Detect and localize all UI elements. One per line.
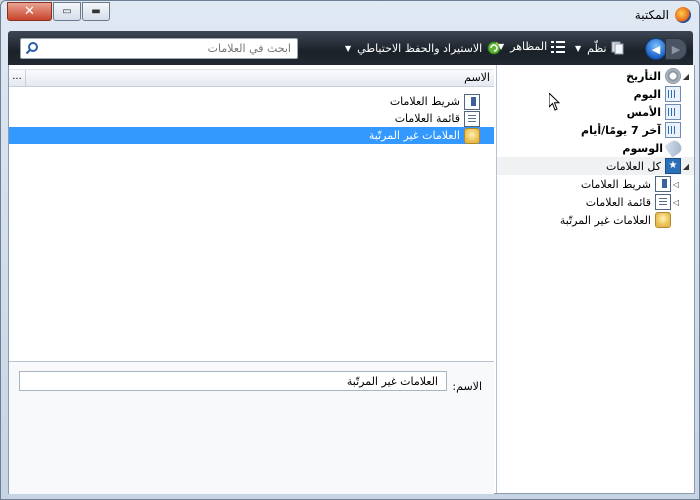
list-item-label: شريط العلامات [389, 95, 460, 108]
sidebar-item-label: الأمس [626, 105, 661, 119]
sidebar-item-label: اليوم [633, 87, 661, 101]
chevron-down-icon: ▼ [345, 43, 352, 53]
organize-icon [611, 41, 624, 55]
views-icon [551, 40, 566, 53]
organize-label: نظّم [587, 41, 607, 55]
unsorted-bookmarks-icon [464, 127, 480, 144]
list-item[interactable]: شريط العلامات [9, 93, 494, 110]
search-box[interactable] [20, 38, 298, 59]
import-backup-label: الاستيراد والحفظ الاحتياطي [357, 41, 483, 55]
history-icon [665, 68, 681, 84]
sidebar-item-bookmarks-menu[interactable]: ◁ قائمة العلامات [586, 193, 681, 211]
tag-icon [664, 138, 684, 158]
name-label: الاسم: [452, 380, 482, 393]
mouse-cursor-icon [549, 93, 561, 111]
list-item-label: قائمة العلامات [394, 112, 460, 125]
sidebar-item-unsorted-bookmarks[interactable]: العلامات غير المرتّبة [560, 211, 671, 229]
calendar-icon [665, 104, 681, 120]
bookmarks-menu-icon [464, 110, 480, 127]
name-field[interactable] [19, 371, 447, 391]
sidebar-item-label: قائمة العلامات [585, 195, 651, 209]
places-sidebar: ◢ التأريخ اليوم الأمس آخر 7 يومًا/أيام ا… [496, 65, 694, 493]
expanded-arrow-icon[interactable]: ◢ [681, 162, 691, 171]
search-input[interactable] [43, 40, 291, 56]
window-title: المكتبة [634, 8, 669, 22]
close-button[interactable]: ✕ [7, 2, 52, 21]
bookmarks-list-pane: ... الاسم شريط العلامات قائمة العلامات ا… [9, 65, 494, 494]
minimize-button[interactable]: ▬ [82, 2, 110, 21]
list-item-selected[interactable]: العلامات غير المرتّبة [9, 127, 494, 144]
navigation-buttons: ◀ ▶ [645, 38, 687, 60]
sidebar-item-all-bookmarks[interactable]: ◢ ★ كل العلامات [497, 157, 694, 175]
unsorted-bookmarks-icon [655, 212, 671, 228]
details-pane: الاسم: [9, 361, 494, 494]
chevron-down-icon: ▼ [575, 43, 582, 53]
sidebar-item-last-7-days[interactable]: آخر 7 يومًا/أيام [581, 121, 681, 139]
list-item-label: العلامات غير المرتّبة [368, 129, 460, 142]
back-arrow-icon[interactable]: ◀ [645, 38, 667, 60]
all-bookmarks-icon: ★ [665, 158, 681, 174]
calendar-icon [665, 86, 681, 102]
views-menu[interactable]: المظاهر ▼ [498, 40, 566, 53]
collapsed-arrow-icon[interactable]: ◁ [671, 198, 681, 207]
sidebar-item-label: شريط العلامات [580, 177, 651, 191]
collapsed-arrow-icon[interactable]: ◁ [671, 180, 681, 189]
bookmarks-menu-icon [655, 194, 671, 210]
sidebar-item-label: كل العلامات [606, 159, 661, 173]
search-icon[interactable] [25, 41, 39, 55]
sidebar-item-label: التأريخ [626, 69, 661, 83]
library-window: المكتبة ✕ ▭ ▬ الاستيراد والحفظ الاحتياطي… [0, 0, 700, 500]
expanded-arrow-icon[interactable]: ◢ [681, 72, 691, 81]
title-bar[interactable]: المكتبة ✕ ▭ ▬ [1, 1, 699, 29]
library-content: ◢ التأريخ اليوم الأمس آخر 7 يومًا/أيام ا… [8, 65, 695, 494]
calendar-icon [665, 122, 681, 138]
list-item[interactable]: قائمة العلامات [9, 110, 494, 127]
sidebar-item-label: آخر 7 يومًا/أيام [581, 123, 661, 137]
column-header-name[interactable]: الاسم [464, 71, 490, 84]
sidebar-item-today[interactable]: اليوم [634, 85, 681, 103]
sidebar-item-label: العلامات غير المرتّبة [559, 213, 651, 227]
column-header: ... الاسم [9, 69, 494, 87]
forward-arrow-icon[interactable]: ▶ [665, 38, 687, 60]
import-backup-menu[interactable]: الاستيراد والحفظ الاحتياطي ▼ [345, 40, 502, 56]
views-label: المظاهر [510, 40, 548, 53]
sidebar-item-yesterday[interactable]: الأمس [627, 103, 681, 121]
firefox-icon [675, 7, 691, 23]
toolbar: الاستيراد والحفظ الاحتياطي ▼ المظاهر ▼ ن… [8, 31, 693, 65]
column-picker-button[interactable]: ... [9, 70, 26, 86]
sidebar-item-label: الوسوم [622, 141, 663, 155]
sidebar-item-tags[interactable]: الوسوم [622, 138, 684, 158]
maximize-button[interactable]: ▭ [53, 2, 81, 21]
window-controls: ✕ ▭ ▬ [7, 2, 111, 21]
chevron-down-icon: ▼ [498, 42, 505, 51]
organize-menu[interactable]: نظّم ▼ [575, 40, 627, 56]
bookmarks-toolbar-icon [655, 176, 671, 192]
sidebar-item-bookmarks-toolbar[interactable]: ◁ شريط العلامات [581, 175, 681, 193]
sidebar-item-history[interactable]: ◢ التأريخ [626, 67, 691, 85]
bookmarks-toolbar-icon [464, 93, 480, 110]
